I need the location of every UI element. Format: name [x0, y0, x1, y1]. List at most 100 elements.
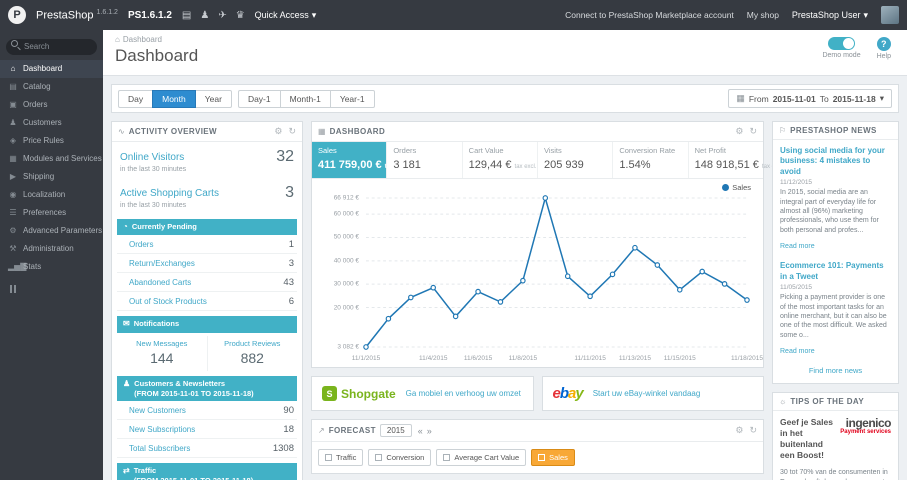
new-messages-cell[interactable]: New Messages 144 [117, 336, 207, 371]
chart-data-point[interactable] [363, 344, 369, 350]
forecast-cart-value-toggle[interactable]: Average Cart Value [436, 449, 527, 466]
online-visitors-link[interactable]: Online Visitors [120, 152, 184, 163]
product-reviews-cell[interactable]: Product Reviews 882 [206, 335, 298, 371]
article-title-link[interactable]: Ecommerce 101: Payments in a Tweet [780, 261, 891, 282]
sidebar-collapse-button[interactable] [0, 276, 103, 302]
kpi-sales[interactable]: Sales 411 759,00 € tax excl. [312, 142, 408, 178]
chart-data-point[interactable] [430, 284, 436, 291]
orders-icon[interactable]: ▤ [182, 10, 191, 21]
article-title-link[interactable]: Using social media for your business: 4 … [780, 146, 891, 177]
new-subscriptions-row[interactable]: New Subscriptions 18 [117, 420, 297, 440]
chart-data-point[interactable] [609, 271, 616, 278]
sidebar-item-customers[interactable]: ♟ Customers [0, 114, 103, 132]
sidebar-item-stats[interactable]: ▂▅▇ Stats [0, 258, 103, 276]
range-button-group: Day Month Year [118, 89, 232, 108]
ingenico-logo[interactable]: ingenico Payment services [840, 417, 891, 461]
prev-year-icon[interactable]: « [418, 426, 423, 436]
chart-data-point[interactable] [632, 244, 638, 251]
chart-data-point[interactable] [452, 313, 459, 320]
demo-mode-toggle[interactable] [828, 37, 856, 50]
sales-chart-plot [363, 195, 750, 350]
chart-data-point[interactable] [520, 277, 526, 284]
kpi-conversion-rate[interactable]: Conversion Rate 1.54% [613, 142, 689, 178]
customers-icon[interactable]: ♟ [200, 10, 209, 21]
sidebar-item-advanced-parameters[interactable]: ⚙ Advanced Parameters [0, 222, 103, 240]
chart-data-point[interactable] [497, 299, 504, 305]
sidebar: ⌂ Dashboard ▤ Catalog ▣ Orders ♟ Custome… [0, 30, 103, 480]
sidebar-item-localization[interactable]: ◉ Localization [0, 186, 103, 204]
help-icon[interactable]: ? [876, 37, 891, 51]
envelope-icon: ✉ [123, 319, 130, 329]
abandoned-carts-row[interactable]: Abandoned Carts 43 [117, 273, 297, 293]
gear-icon[interactable]: ⚙ [274, 126, 282, 137]
kpi-orders[interactable]: Orders 3 181 [387, 142, 463, 178]
chart-data-point[interactable] [677, 286, 683, 293]
refresh-icon[interactable]: ↻ [749, 425, 757, 436]
sidebar-item-shipping[interactable]: ▶ Shipping [0, 168, 103, 186]
ebay-logo[interactable]: ebay [553, 385, 584, 402]
range-month-button[interactable]: Month [152, 89, 196, 108]
sidebar-item-modules[interactable]: ▦ Modules and Services [0, 150, 103, 168]
sidebar-item-catalog[interactable]: ▤ Catalog [0, 78, 103, 96]
date-range-picker[interactable]: ▦ From 2015-11-01 To 2015-11-18 ▾ [728, 89, 892, 108]
new-customers-row[interactable]: New Customers 90 [117, 401, 297, 421]
pending-orders-row[interactable]: Orders 1 [117, 235, 297, 255]
forecast-year-select[interactable]: 2015 [379, 424, 412, 437]
refresh-icon[interactable]: ↻ [749, 126, 757, 137]
forecast-sales-toggle[interactable]: Sales [531, 449, 575, 466]
sidebar-item-price-rules[interactable]: ◈ Price Rules [0, 132, 103, 150]
brand-title: PrestaShop 1.6.1.2 [36, 8, 118, 22]
chart-data-point[interactable] [744, 297, 750, 303]
kpi-visits[interactable]: Visits 205 939 [538, 142, 614, 178]
sidebar-item-preferences[interactable]: ☰ Preferences [0, 204, 103, 222]
ebay-link[interactable]: Start uw eBay-winkel vandaag [593, 389, 701, 398]
shopgate-link[interactable]: Ga mobiel en verhoog uw omzet [406, 389, 521, 398]
chart-data-point[interactable] [699, 268, 705, 275]
range-month-minus-button[interactable]: Month-1 [279, 89, 331, 108]
shop-name[interactable]: PS1.6.1.2 [128, 10, 172, 21]
search-input[interactable] [6, 38, 97, 55]
gear-icon[interactable]: ⚙ [735, 126, 743, 137]
gear-icon[interactable]: ⚙ [735, 425, 743, 436]
sidebar-item-orders[interactable]: ▣ Orders [0, 96, 103, 114]
kpi-net-profit[interactable]: Net Profit 148 918,51 € tax excl. [689, 142, 784, 178]
active-carts-link[interactable]: Active Shopping Carts [120, 188, 219, 199]
pending-returns-row[interactable]: Return/Exchanges 3 [117, 254, 297, 274]
compare-button-group: Day-1 Month-1 Year-1 [237, 89, 375, 108]
chart-data-point[interactable] [564, 273, 571, 280]
out-of-stock-row[interactable]: Out of Stock Products 6 [117, 292, 297, 312]
find-more-news-link[interactable]: Find more news [780, 366, 891, 375]
sidebar-item-dashboard[interactable]: ⌂ Dashboard [0, 59, 103, 78]
chart-data-point[interactable] [408, 294, 414, 301]
forecast-traffic-toggle[interactable]: Traffic [318, 449, 364, 466]
range-year-minus-button[interactable]: Year-1 [329, 89, 375, 108]
chart-data-point[interactable] [542, 195, 549, 201]
refresh-icon[interactable]: ↻ [288, 126, 296, 137]
achievements-icon[interactable]: ♛ [236, 10, 245, 21]
chart-data-point[interactable] [475, 288, 481, 295]
my-shop-link[interactable]: My shop [747, 10, 779, 20]
range-year-button[interactable]: Year [194, 89, 232, 108]
range-day-button[interactable]: Day [118, 89, 154, 108]
chart-data-point[interactable] [587, 293, 593, 300]
chart-data-point[interactable] [385, 315, 392, 322]
chart-data-point[interactable] [721, 281, 728, 287]
x-tick-label: 11/18/2015 [730, 355, 764, 362]
total-subscribers-row[interactable]: Total Subscribers 1308 [117, 439, 297, 459]
marketplace-connect-link[interactable]: Connect to PrestaShop Marketplace accoun… [565, 10, 734, 20]
user-avatar[interactable] [881, 6, 899, 24]
sidebar-item-administration[interactable]: ⚒ Administration [0, 240, 103, 258]
range-day-minus-button[interactable]: Day-1 [237, 89, 281, 108]
read-more-link[interactable]: Read more [780, 348, 815, 355]
kpi-cart-value[interactable]: Cart Value 129,44 € tax excl. [463, 142, 538, 178]
date-range-toolbar: Day Month Year Day-1 Month-1 Year-1 ▦ Fr… [111, 84, 899, 113]
read-more-link[interactable]: Read more [780, 243, 815, 250]
user-menu[interactable]: PrestaShop User ▾ [792, 10, 868, 21]
chart-legend[interactable]: Sales [722, 183, 751, 192]
messages-icon[interactable]: ✈ [218, 10, 226, 21]
forecast-conversion-toggle[interactable]: Conversion [368, 449, 432, 466]
shopgate-logo[interactable]: S Shopgate [322, 386, 396, 401]
quick-access-menu[interactable]: Quick Access ▾ [255, 10, 317, 21]
chart-data-point[interactable] [654, 262, 661, 268]
next-year-icon[interactable]: » [427, 426, 432, 436]
